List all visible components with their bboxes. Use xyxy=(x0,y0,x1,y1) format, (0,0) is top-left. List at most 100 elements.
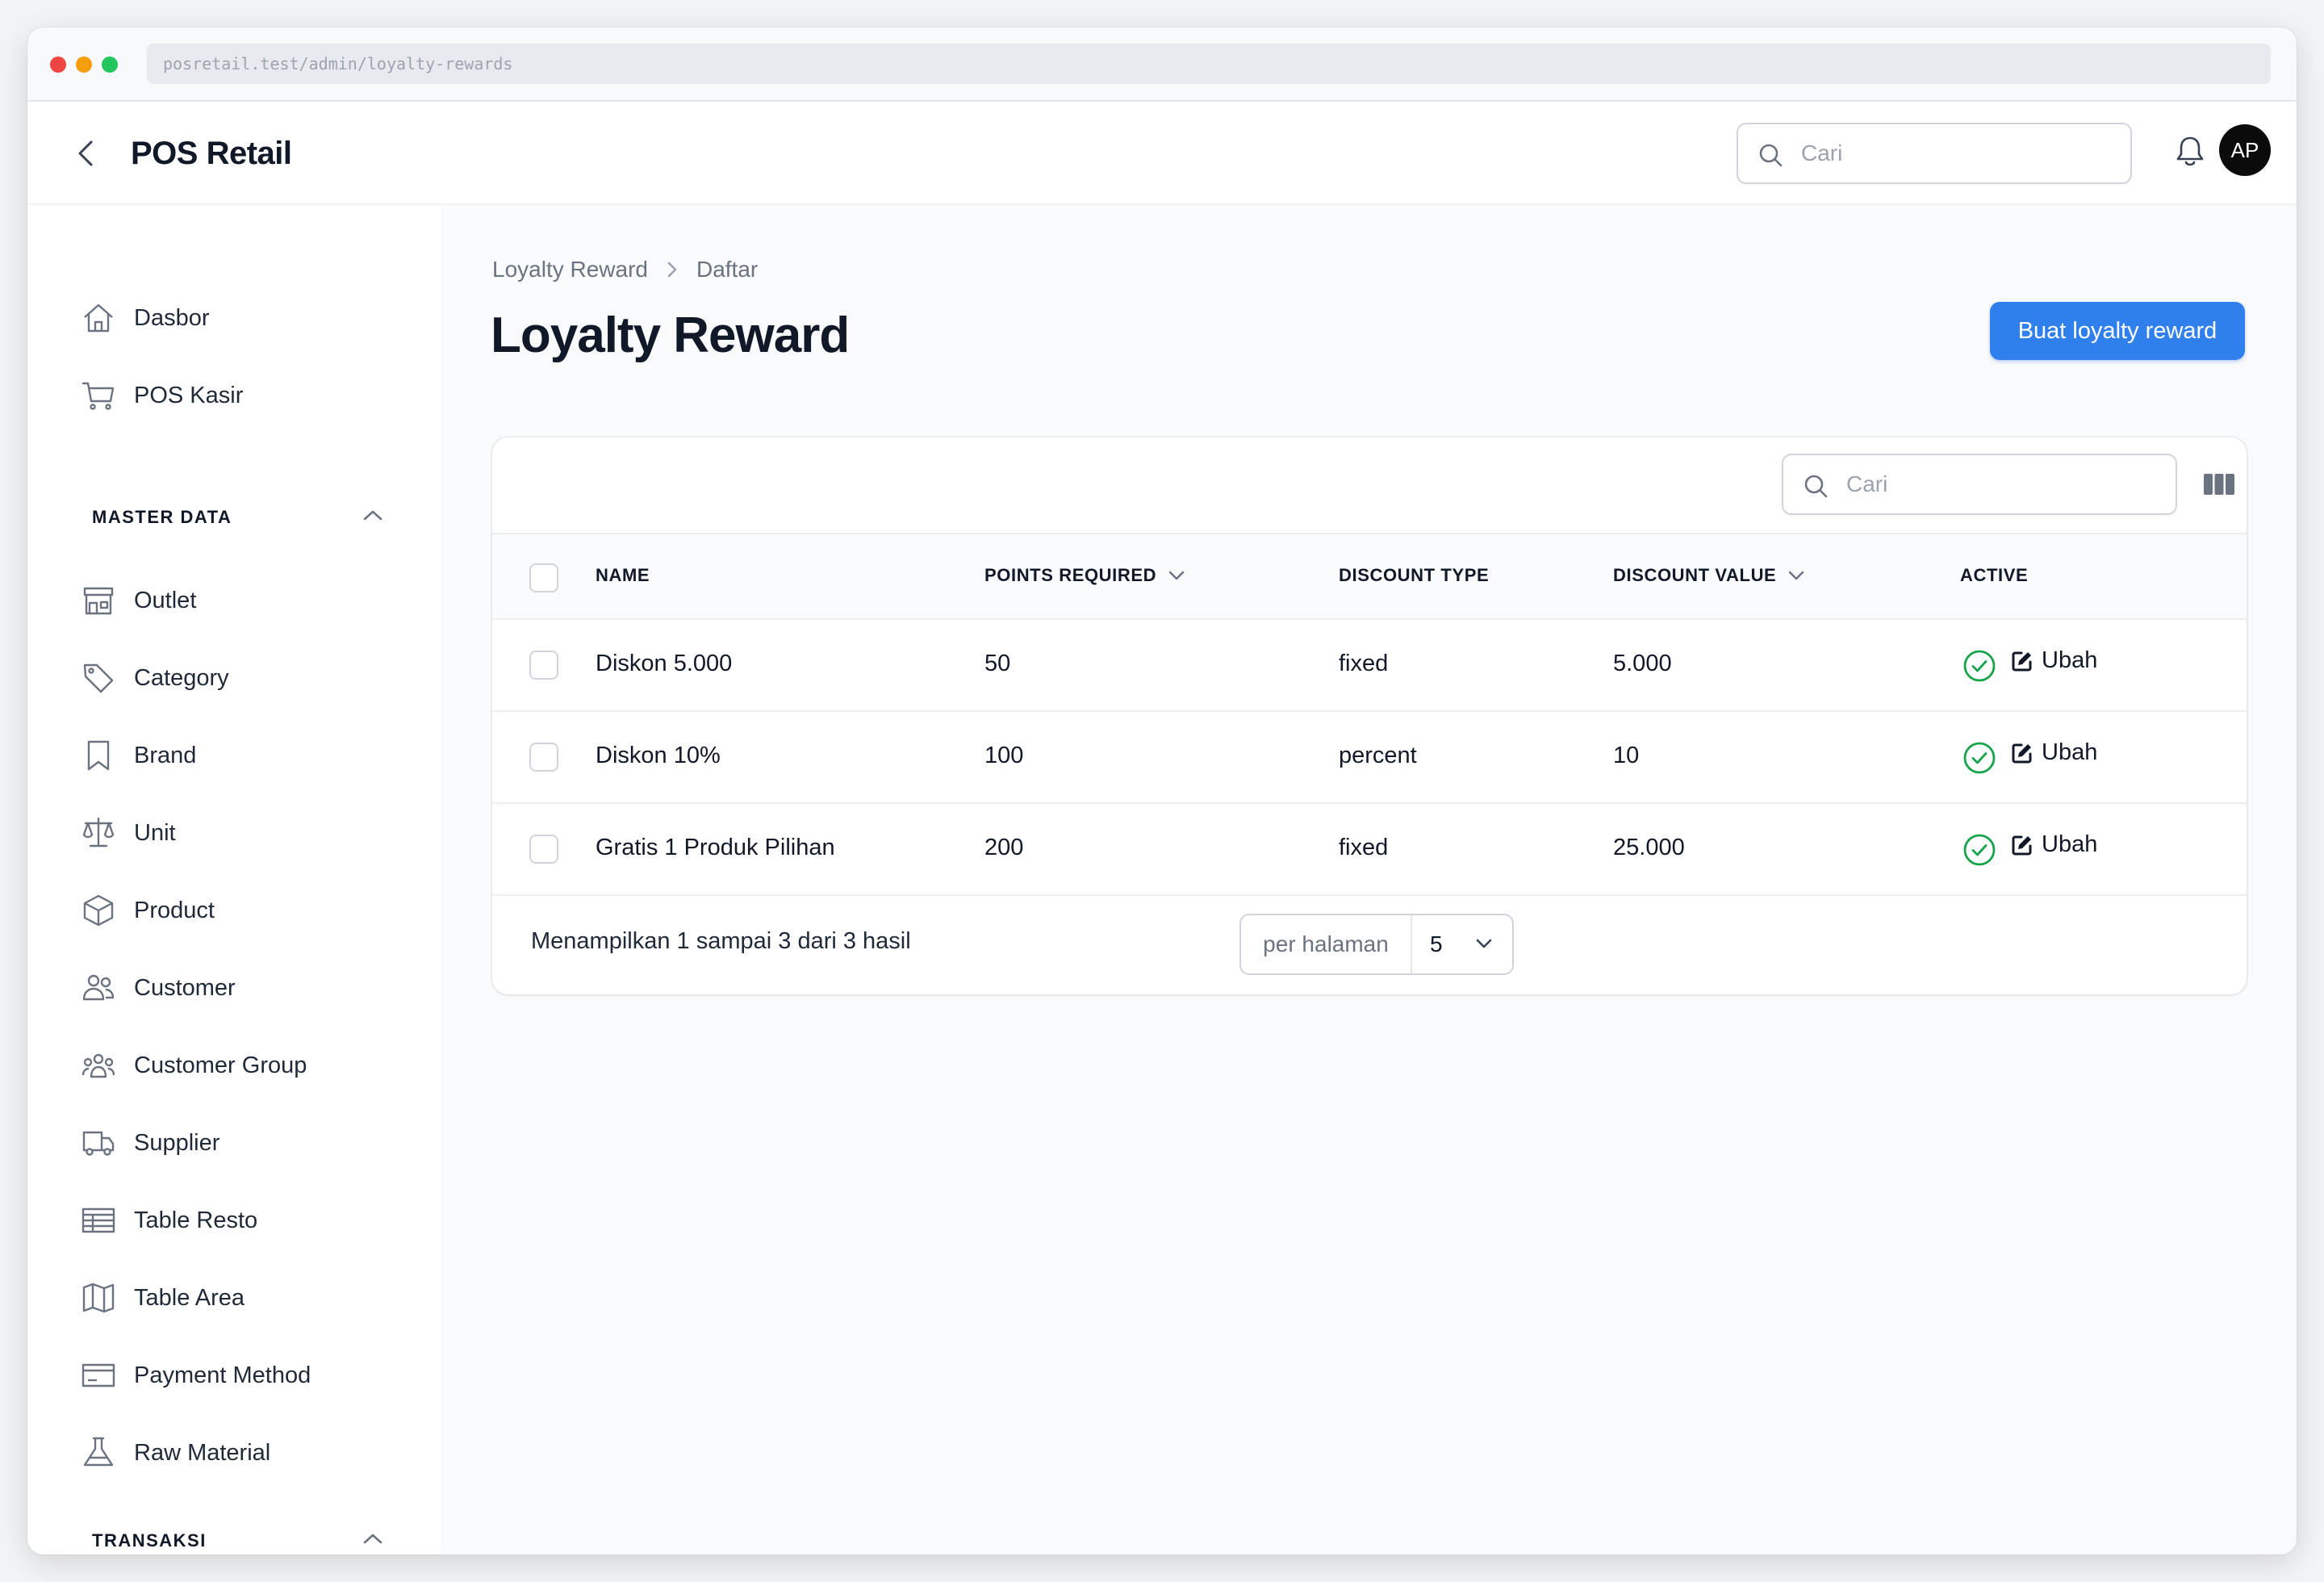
table-search[interactable] xyxy=(1782,454,2177,515)
home-icon xyxy=(79,299,118,337)
sidebar-item-label: Table Resto xyxy=(134,1207,258,1233)
bookmark-icon xyxy=(79,736,118,775)
chevron-down-icon xyxy=(1168,570,1185,581)
sidebar-item-unit[interactable]: Unit xyxy=(79,809,402,857)
cell-discount-value: 10 xyxy=(1613,743,1640,768)
chevron-down-icon xyxy=(1787,570,1805,581)
edit-label: Ubah xyxy=(2042,831,2098,857)
breadcrumb-current: Daftar xyxy=(696,257,759,282)
sidebar-item-raw-material[interactable]: Raw Material xyxy=(79,1429,402,1477)
select-all-checkbox[interactable] xyxy=(529,563,558,592)
browser-chrome: posretail.test/admin/loyalty-rewards xyxy=(27,27,2297,102)
column-header-discount-type: DISCOUNT TYPE xyxy=(1339,565,1490,585)
sidebar-item-label: Customer xyxy=(134,974,236,1001)
beaker-icon xyxy=(79,1433,118,1472)
per-page-select[interactable]: per halaman 5 xyxy=(1239,914,1514,975)
edit-button[interactable]: Ubah xyxy=(2011,831,2097,858)
column-header-points-required[interactable]: POINTS REQUIRED xyxy=(984,565,1185,586)
table-row: Gratis 1 Produk Pilihan 200 fixed 25.000… xyxy=(492,804,2247,896)
collapse-master-data-button[interactable] xyxy=(357,499,389,531)
sidebar-item-label: Customer Group xyxy=(134,1052,307,1078)
sidebar-item-label: Supplier xyxy=(134,1129,220,1156)
sidebar-item-payment-method[interactable]: Payment Method xyxy=(79,1351,402,1400)
edit-button[interactable]: Ubah xyxy=(2011,647,2097,674)
sidebar-item-label: Outlet xyxy=(134,587,197,613)
pencil-square-icon xyxy=(2012,651,2032,671)
cell-discount-value: 25.000 xyxy=(1613,835,1685,860)
table-search-input[interactable] xyxy=(1846,462,2161,507)
browser-window: posretail.test/admin/loyalty-rewards POS… xyxy=(27,27,2297,1555)
edit-label: Ubah xyxy=(2042,739,2098,765)
column-header-discount-value[interactable]: DISCOUNT VALUE xyxy=(1613,565,1805,586)
per-page-label: per halaman xyxy=(1241,915,1412,973)
sidebar-item-supplier[interactable]: Supplier xyxy=(79,1119,402,1167)
sidebar-item-category[interactable]: Category xyxy=(79,654,402,702)
row-checkbox[interactable] xyxy=(529,743,558,772)
search-icon xyxy=(1759,144,1783,167)
sidebar-item-pos-kasir[interactable]: POS Kasir xyxy=(79,371,402,420)
pencil-square-icon xyxy=(2012,835,2032,855)
column-header-name: NAME xyxy=(596,565,650,585)
minimize-window-button[interactable] xyxy=(76,56,92,73)
global-search[interactable] xyxy=(1737,123,2132,184)
sidebar-item-outlet[interactable]: Outlet xyxy=(79,576,402,625)
chevron-right-icon xyxy=(666,260,679,279)
sidebar-item-product[interactable]: Product xyxy=(79,886,402,935)
toggle-columns-button[interactable] xyxy=(2201,468,2237,500)
cell-name: Diskon 10% xyxy=(596,743,721,768)
cell-discount-type: fixed xyxy=(1339,651,1389,676)
sidebar-item-customer-group[interactable]: Customer Group xyxy=(79,1041,402,1090)
sidebar-item-table-resto[interactable]: Table Resto xyxy=(79,1196,402,1245)
page-title: Loyalty Reward xyxy=(491,308,850,363)
collapse-transaksi-button[interactable] xyxy=(357,1522,389,1555)
maximize-window-button[interactable] xyxy=(102,56,118,73)
create-loyalty-reward-button[interactable]: Buat loyalty reward xyxy=(1990,302,2245,360)
user-group-icon xyxy=(79,1046,118,1085)
sidebar-item-table-area[interactable]: Table Area xyxy=(79,1274,402,1322)
row-checkbox[interactable] xyxy=(529,651,558,680)
check-circle-icon xyxy=(1963,650,1996,682)
notifications-button[interactable] xyxy=(2174,134,2206,174)
view-columns-icon xyxy=(2204,474,2234,495)
sidebar-item-label: Unit xyxy=(134,819,176,846)
cell-points-required: 50 xyxy=(984,651,1011,676)
cell-discount-type: percent xyxy=(1339,743,1417,768)
global-search-input[interactable] xyxy=(1801,131,2116,176)
table-header: NAME POINTS REQUIRED DISCOUNT TYPE DISCO… xyxy=(492,533,2247,620)
user-avatar[interactable]: AP xyxy=(2219,124,2271,176)
sidebar-item-label: Product xyxy=(134,897,215,923)
cell-points-required: 200 xyxy=(984,835,1024,860)
table-row: Diskon 5.000 50 fixed 5.000 Ubah xyxy=(492,620,2247,712)
pagination-summary: Menampilkan 1 sampai 3 dari 3 hasil xyxy=(531,928,911,954)
check-circle-icon xyxy=(1963,834,1996,866)
cell-points-required: 100 xyxy=(984,743,1024,768)
group-title-master-data: MASTER DATA xyxy=(92,507,232,527)
sidebar-item-dasbor[interactable]: Dasbor xyxy=(79,294,402,342)
address-bar[interactable]: posretail.test/admin/loyalty-rewards xyxy=(147,44,2271,84)
chevron-up-icon xyxy=(363,510,382,521)
cell-name: Diskon 5.000 xyxy=(596,651,733,676)
chevron-left-icon xyxy=(78,140,93,166)
sidebar-item-label: Table Area xyxy=(134,1284,245,1311)
tag-icon xyxy=(79,659,118,697)
per-page-value[interactable]: 5 xyxy=(1412,915,1512,973)
close-window-button[interactable] xyxy=(50,56,66,73)
edit-button[interactable]: Ubah xyxy=(2011,739,2097,766)
table-card: NAME POINTS REQUIRED DISCOUNT TYPE DISCO… xyxy=(492,437,2247,994)
sidebar-item-label: Raw Material xyxy=(134,1439,271,1466)
sidebar-item-customer[interactable]: Customer xyxy=(79,964,402,1012)
cube-icon xyxy=(79,891,118,930)
sidebar: Dasbor POS Kasir MASTER DATA Outlet Cate… xyxy=(27,205,441,1555)
column-header-active: ACTIVE xyxy=(1960,565,2029,585)
chevron-down-icon xyxy=(1476,939,1492,948)
table-icon xyxy=(79,1201,118,1240)
breadcrumb-link-loyalty-reward[interactable]: Loyalty Reward xyxy=(492,257,648,282)
map-icon xyxy=(79,1279,118,1317)
sidebar-item-brand[interactable]: Brand xyxy=(79,731,402,780)
search-icon xyxy=(1804,475,1828,498)
edit-label: Ubah xyxy=(2042,647,2098,673)
back-button[interactable] xyxy=(66,134,105,173)
sidebar-item-label: Dasbor xyxy=(134,304,210,331)
row-checkbox[interactable] xyxy=(529,835,558,864)
users-icon xyxy=(79,969,118,1007)
